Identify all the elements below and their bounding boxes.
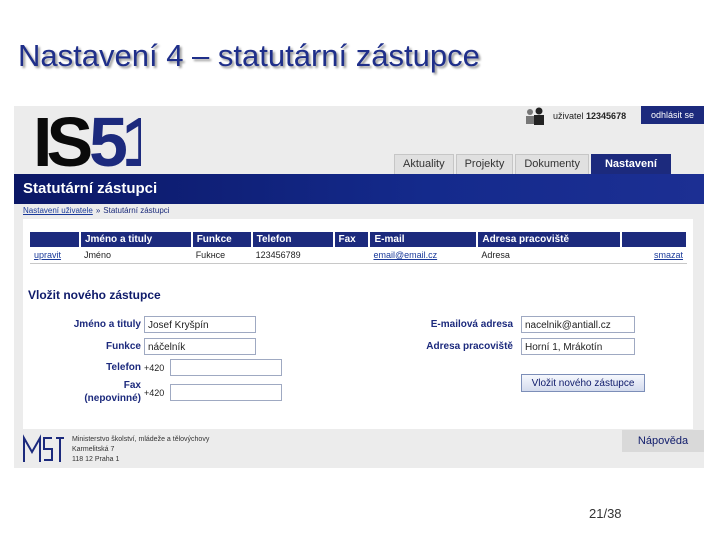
phone-prefix: +420 <box>144 363 165 373</box>
ministry-address: Ministerstvo školství, mládeže a tělovýc… <box>72 435 209 465</box>
footer: Ministerstvo školství, mládeže a tělovýc… <box>14 428 704 468</box>
slide-title: Nastavení 4 – statutární zástupce <box>18 38 480 73</box>
logout-button[interactable]: odhlásit se <box>641 106 704 124</box>
edit-link[interactable]: upravit <box>34 250 61 260</box>
address-label: Adresa pracoviště <box>426 341 513 352</box>
cell-fax <box>333 247 370 264</box>
tab-projekty[interactable]: Projekty <box>455 154 514 174</box>
breadcrumb-current: Statutární zástupci <box>103 206 170 215</box>
msmt-logo <box>23 434 64 462</box>
phone-input[interactable] <box>170 359 282 376</box>
svg-text:IS: IS <box>33 108 90 172</box>
column-header-fax: Fax <box>333 232 371 247</box>
app-screenshot: IS 51 uživatel 12345678 odhlásit se Aktu… <box>14 106 704 468</box>
svg-text:51: 51 <box>89 108 141 172</box>
cell-address: Adresa <box>477 247 622 264</box>
function-label: Funkce <box>105 341 141 352</box>
users-icon <box>526 107 544 125</box>
cell-function: Fukнce <box>191 247 252 264</box>
main-content: Jméno a tituly Funkce Telefon Fax E-mail… <box>23 219 693 429</box>
fax-input[interactable] <box>170 384 282 401</box>
column-header-email: E-mail <box>369 232 479 247</box>
fax-prefix: +420 <box>144 388 165 398</box>
user-id: 12345678 <box>586 111 627 121</box>
is51-logo: IS 51 <box>33 108 141 172</box>
user-info: uživatel 12345678 <box>553 111 626 121</box>
column-header <box>621 232 688 247</box>
fax-label: Fax <box>123 380 141 391</box>
function-input[interactable]: náčelník <box>144 338 256 355</box>
representatives-table: Jméno a tituly Funkce Telefon Fax E-mail… <box>30 232 688 264</box>
user-label: uživatel <box>553 111 584 121</box>
name-label: Jméno a tituly <box>73 319 141 330</box>
name-input[interactable]: Josef Kryšpín <box>144 316 256 333</box>
column-header-name: Jméno a tituly <box>79 232 193 247</box>
ministry-line: Ministerstvo školství, mládeže a tělovýc… <box>72 436 210 443</box>
breadcrumb-parent[interactable]: Nastavení uživatele <box>23 206 93 215</box>
column-header-address: Adresa pracoviště <box>477 232 623 247</box>
ministry-line: 118 12 Praha 1 <box>72 456 120 463</box>
table-header-row: Jméno a tituly Funkce Telefon Fax E-mail… <box>30 232 688 247</box>
breadcrumb: Nastavení uživatele» Statutární zástupci <box>23 206 170 215</box>
tab-nastaveni[interactable]: Nastavení <box>590 154 671 174</box>
page-header-bar: Statutární zástupci <box>14 174 704 204</box>
page-heading: Statutární zástupci <box>23 180 158 197</box>
column-header-function: Funkce <box>191 232 253 247</box>
delete-link[interactable]: smazat <box>654 250 683 260</box>
tab-aktuality[interactable]: Aktuality <box>394 154 454 174</box>
page-number: 21/38 <box>589 506 622 521</box>
main-tabs: Aktuality Projekty Dokumenty Nastavení <box>394 154 673 174</box>
ministry-line: Karmelitská 7 <box>72 446 115 453</box>
tab-dokumenty[interactable]: Dokumenty <box>515 154 589 174</box>
add-representative-button[interactable]: Vložit nového zástupce <box>521 374 645 392</box>
cell-name: Jméno <box>79 247 192 264</box>
address-input[interactable]: Horní 1, Mrákotín <box>521 338 635 355</box>
user-bar: uživatel 12345678 <box>523 106 626 126</box>
help-button[interactable]: Nápověda <box>622 430 704 452</box>
email-link[interactable]: email@email.cz <box>373 250 437 260</box>
fax-optional-label: (nepovinné) <box>84 393 141 404</box>
cell-phone: 123456789 <box>251 247 334 264</box>
new-representative-heading: Vložit nového zástupce <box>28 288 161 302</box>
phone-label: Telefon <box>106 362 141 373</box>
email-input[interactable]: nacelnik@antiall.cz <box>521 316 635 333</box>
column-header-phone: Telefon <box>251 232 335 247</box>
column-header <box>30 232 81 247</box>
email-label: E-mailová adresa <box>430 319 513 330</box>
breadcrumb-separator: » <box>95 206 101 215</box>
table-row: upravit Jméno Fukнce 123456789 email@ema… <box>30 247 687 264</box>
